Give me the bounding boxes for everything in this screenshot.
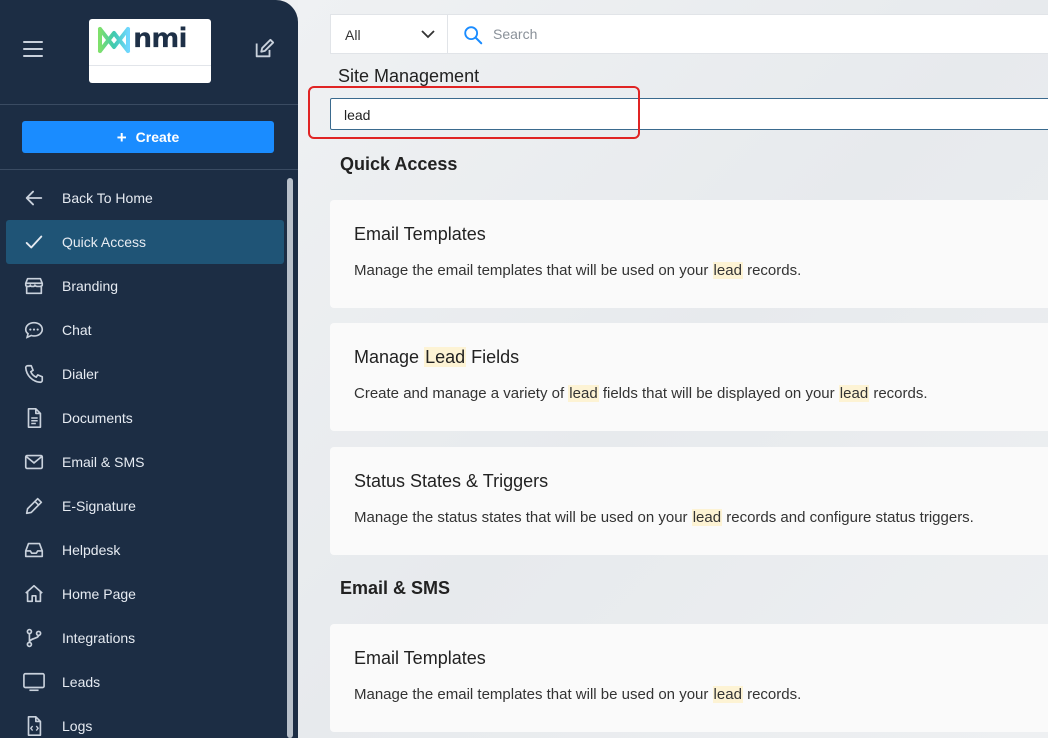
settings-filter-field[interactable]: [330, 98, 1048, 130]
settings-filter-input[interactable]: [344, 106, 944, 124]
sidebar-item-e-signature[interactable]: E-Signature: [0, 484, 290, 528]
sidebar-item-label: Quick Access: [62, 234, 147, 250]
sidebar-nav: Back To Home Quick Access Branding Chat …: [0, 176, 290, 738]
sidebar-item-branding[interactable]: Branding: [0, 264, 290, 308]
global-search-bar: All: [330, 14, 1048, 54]
section-title-email-sms: Email & SMS: [340, 578, 451, 598]
create-button-label: Create: [135, 129, 180, 145]
document-icon: [22, 406, 46, 430]
sidebar-item-chat[interactable]: Chat: [0, 308, 290, 352]
sidebar-item-label: Documents: [62, 410, 133, 426]
page-title: Site Management: [338, 66, 480, 86]
branch-icon: [22, 626, 46, 650]
card-manage-lead-fields[interactable]: Manage Lead Fields Create and manage a v…: [330, 323, 1048, 431]
card-description: Manage the status states that will be us…: [354, 509, 974, 526]
card-description: Manage the email templates that will be …: [354, 262, 802, 279]
card-description: Manage the email templates that will be …: [354, 686, 802, 703]
sidebar-item-email-sms[interactable]: Email & SMS: [0, 440, 290, 484]
main-content: All Site Management Quick Access Email T…: [298, 0, 1048, 738]
hamburger-menu-icon[interactable]: [23, 41, 43, 59]
sidebar-item-back-to-home[interactable]: Back To Home: [0, 176, 290, 220]
search-filter-value: All: [345, 27, 361, 43]
sidebar-item-label: Back To Home: [62, 190, 153, 206]
chat-bubble-icon: [22, 318, 46, 342]
sidebar: nmi + Create Back To Home Quick Access B…: [0, 0, 298, 738]
nmi-logo-mark-icon: [98, 27, 130, 53]
store-icon: [22, 274, 46, 298]
sidebar-item-leads[interactable]: Leads: [0, 660, 290, 704]
sidebar-item-label: Integrations: [62, 630, 136, 646]
card-title: Email Templates: [354, 648, 486, 668]
envelope-icon: [22, 450, 46, 474]
sidebar-item-label: Logs: [62, 718, 93, 734]
section-title-quick-access: Quick Access: [340, 154, 458, 174]
sidebar-scrollbar[interactable]: [287, 178, 293, 738]
card-status-states-triggers[interactable]: Status States & Triggers Manage the stat…: [330, 447, 1048, 555]
card-title: Email Templates: [354, 224, 486, 244]
card-email-templates[interactable]: Email Templates Manage the email templat…: [330, 200, 1048, 308]
sidebar-item-home-page[interactable]: Home Page: [0, 572, 290, 616]
sidebar-header: nmi: [0, 0, 298, 104]
sidebar-item-label: Branding: [62, 278, 119, 294]
sidebar-item-integrations[interactable]: Integrations: [0, 616, 290, 660]
sidebar-item-documents[interactable]: Documents: [0, 396, 290, 440]
search-filter-dropdown[interactable]: All: [331, 15, 448, 53]
sidebar-item-helpdesk[interactable]: Helpdesk: [0, 528, 290, 572]
check-icon: [22, 230, 46, 254]
pen-icon: [22, 494, 46, 518]
search-icon[interactable]: [462, 24, 484, 46]
card-title: Manage Lead Fields: [354, 347, 520, 367]
home-icon: [22, 582, 46, 606]
sidebar-item-label: Dialer: [62, 366, 99, 382]
logo[interactable]: nmi: [89, 19, 211, 83]
sidebar-item-dialer[interactable]: Dialer: [0, 352, 290, 396]
sidebar-item-label: E-Signature: [62, 498, 136, 514]
sidebar-item-label: Email & SMS: [62, 454, 145, 470]
arrow-left-icon: [22, 186, 46, 210]
sidebar-item-label: Leads: [62, 674, 101, 690]
create-button[interactable]: + Create: [22, 121, 274, 153]
card-email-templates[interactable]: Email Templates Manage the email templat…: [330, 624, 1048, 732]
inbox-icon: [22, 538, 46, 562]
sidebar-item-label: Helpdesk: [62, 542, 121, 558]
sidebar-item-label: Home Page: [62, 586, 136, 602]
card-title: Status States & Triggers: [354, 471, 549, 491]
card-description: Create and manage a variety of lead fiel…: [354, 385, 928, 402]
edit-icon[interactable]: [253, 38, 275, 60]
code-file-icon: [22, 714, 46, 738]
sidebar-item-quick-access[interactable]: Quick Access: [6, 220, 284, 264]
monitor-icon: [22, 670, 46, 694]
chevron-down-icon: [421, 30, 435, 39]
sidebar-item-label: Chat: [62, 322, 92, 338]
plus-icon: +: [116, 127, 127, 147]
phone-icon: [22, 362, 46, 386]
search-input[interactable]: [493, 22, 1033, 46]
sidebar-item-logs[interactable]: Logs: [0, 704, 290, 738]
logo-text: nmi: [133, 23, 188, 54]
